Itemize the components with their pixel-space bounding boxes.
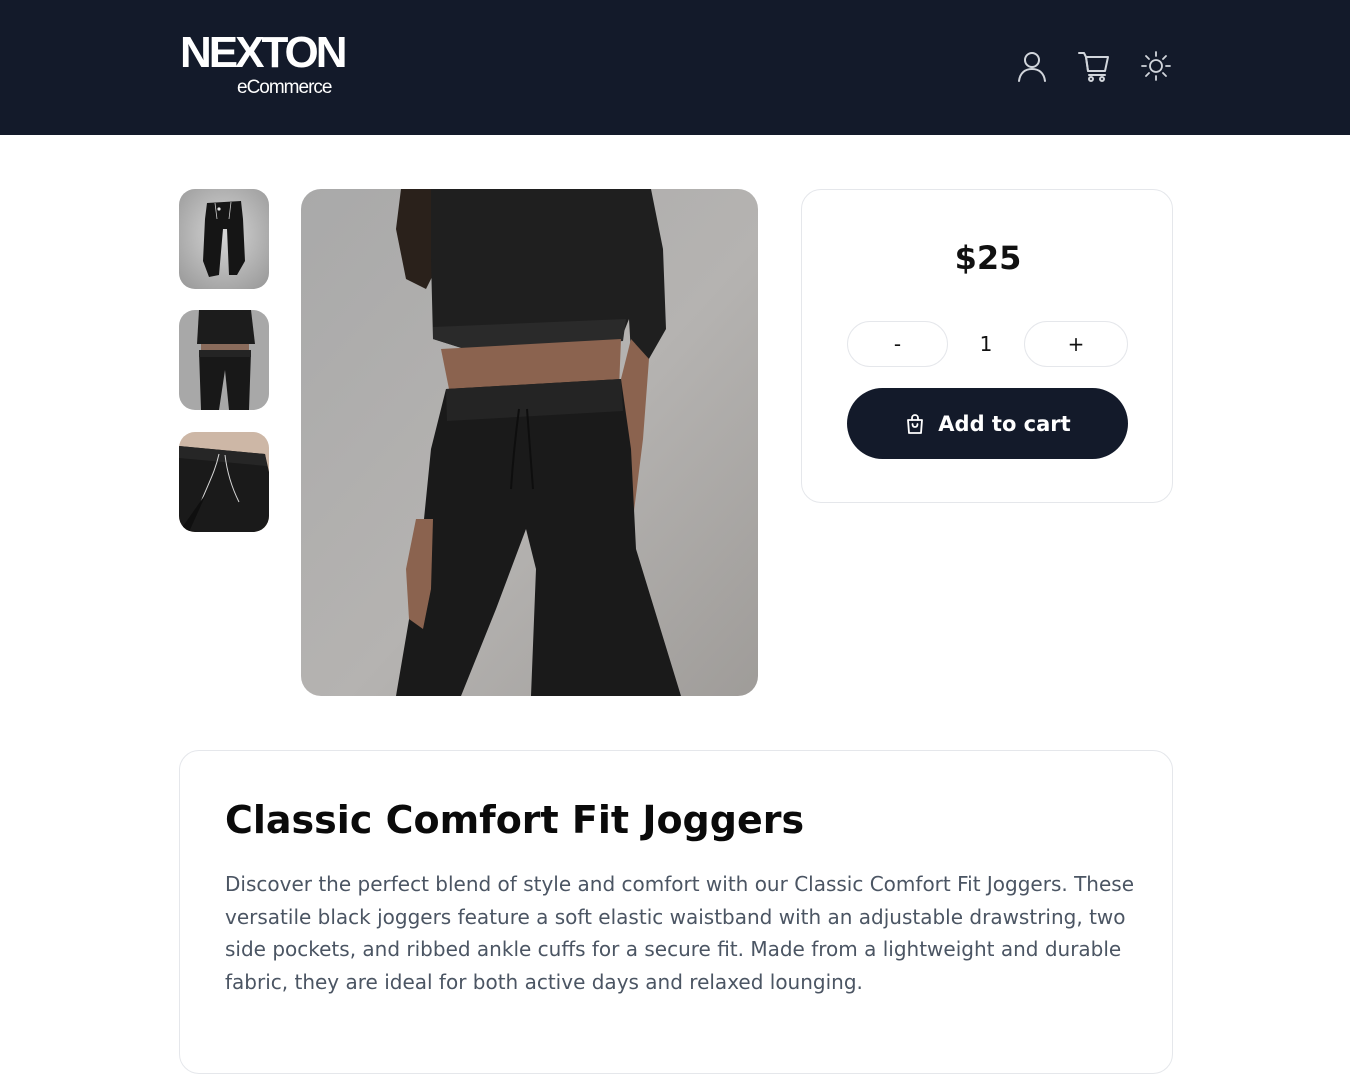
quantity-value: 1: [979, 332, 993, 356]
quantity-decrease-button[interactable]: -: [847, 321, 948, 367]
product-price: $25: [954, 239, 1022, 277]
add-to-cart-button[interactable]: Add to cart: [847, 388, 1128, 459]
user-icon[interactable]: [1014, 48, 1050, 84]
thumbnail-model[interactable]: [179, 310, 269, 410]
purchase-card: $25 - 1 + Add to cart: [801, 189, 1173, 503]
product-title: Classic Comfort Fit Joggers: [225, 798, 805, 842]
logo[interactable]: NEXTON eCommerce: [180, 30, 350, 100]
thumbnail-waistband[interactable]: [179, 432, 269, 532]
quantity-increase-button[interactable]: +: [1024, 321, 1128, 367]
product-description-card: Classic Comfort Fit Joggers Discover the…: [179, 750, 1173, 1074]
site-header: NEXTON eCommerce: [0, 0, 1350, 135]
cart-icon[interactable]: [1076, 48, 1112, 84]
logo-main-text: NEXTON: [180, 28, 348, 77]
add-to-cart-label: Add to cart: [938, 411, 1071, 436]
sun-icon[interactable]: [1138, 48, 1174, 84]
thumbnail-flat-lay[interactable]: [179, 189, 269, 289]
product-description: Discover the perfect blend of style and …: [225, 872, 1135, 994]
product-main-image: [301, 189, 758, 696]
logo-sub-text: eCommerce: [237, 77, 332, 98]
shopping-bag-icon: [907, 413, 924, 434]
